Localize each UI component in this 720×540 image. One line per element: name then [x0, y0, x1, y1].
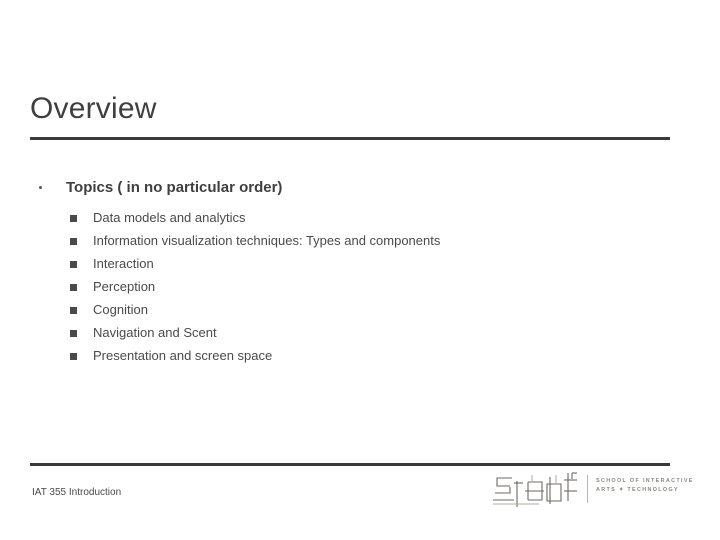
logo-line-2-pre: ARTS — [596, 487, 619, 493]
footer-course-label: IAT 355 Introduction — [32, 487, 122, 498]
topics-heading: Topics ( in no particular order) — [0, 178, 720, 198]
siat-logo: SCHOOL OF INTERACTIVE ARTS ✦ TECHNOLOGY — [492, 471, 692, 513]
list-item-label: Interaction — [93, 256, 154, 271]
square-bullet-icon — [70, 307, 77, 314]
footer-divider — [30, 463, 670, 466]
list-item: Interaction — [0, 252, 720, 275]
list-item-label: Presentation and screen space — [93, 348, 273, 363]
square-bullet-icon — [70, 353, 77, 360]
logo-line-2-post: TECHNOLOGY — [624, 487, 679, 493]
list-item-label: Cognition — [93, 302, 148, 317]
square-bullet-icon — [70, 215, 77, 222]
logo-line-2: ARTS ✦ TECHNOLOGY — [596, 486, 694, 495]
list-item-label: Perception — [93, 279, 156, 294]
logo-wordmark: SCHOOL OF INTERACTIVE ARTS ✦ TECHNOLOGY — [596, 477, 694, 495]
list-item: Data models and analytics — [0, 206, 720, 229]
title-divider — [30, 137, 670, 140]
square-bullet-icon — [70, 238, 77, 245]
logo-line-1: SCHOOL OF INTERACTIVE — [596, 478, 694, 484]
list-item: Cognition — [0, 298, 720, 321]
page-title: Overview — [30, 92, 157, 126]
slide-body: Topics ( in no particular order) Data mo… — [0, 178, 720, 367]
list-item: Navigation and Scent — [0, 321, 720, 344]
dot-bullet-icon — [39, 186, 42, 189]
list-item-label: Information visualization techniques: Ty… — [93, 233, 441, 248]
logo-divider — [587, 475, 588, 503]
list-item: Information visualization techniques: Ty… — [0, 229, 720, 252]
topics-list: Data models and analytics Information vi… — [0, 206, 720, 367]
list-item: Presentation and screen space — [0, 344, 720, 367]
list-item: Perception — [0, 275, 720, 298]
list-item-label: Data models and analytics — [93, 210, 246, 225]
square-bullet-icon — [70, 330, 77, 337]
slide: Overview Topics ( in no particular order… — [0, 0, 720, 540]
square-bullet-icon — [70, 261, 77, 268]
list-item-label: Navigation and Scent — [93, 325, 217, 340]
square-bullet-icon — [70, 284, 77, 291]
siat-logo-mark — [493, 472, 577, 507]
topics-heading-label: Topics ( in no particular order) — [66, 179, 283, 196]
